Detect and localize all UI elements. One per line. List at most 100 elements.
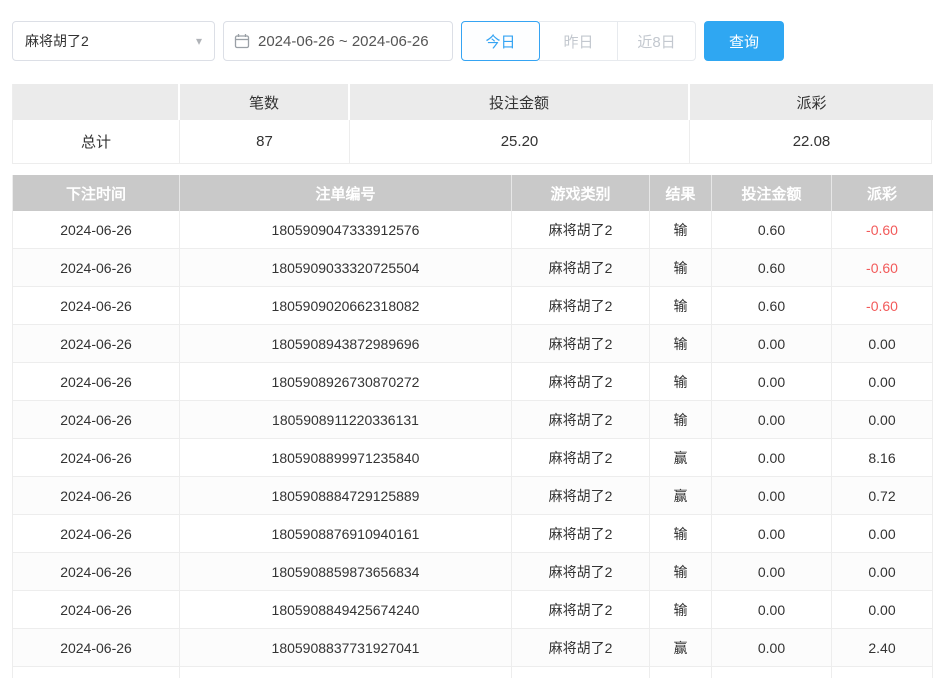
summary-total-bet-amount: 25.20 (350, 120, 690, 163)
result-cell: 输 (650, 325, 712, 363)
game-type-cell: 麻将胡了2 (512, 401, 650, 439)
payout-cell: 0.00 (832, 401, 933, 439)
order-no-cell: 1805908884729125889 (180, 477, 512, 515)
bet-time-cell: 2024-06-26 (13, 477, 180, 515)
quick-date-buttons: 今日昨日近8日 (461, 21, 696, 61)
order-no-cell: 1805908837731927041 (180, 629, 512, 667)
date-range-value: 2024-06-26 ~ 2024-06-26 (258, 33, 429, 50)
result-cell: 输 (650, 249, 712, 287)
summary-header-blank (13, 84, 180, 120)
bet-amount-cell: 0.00 (712, 553, 832, 591)
result-cell: 赢 (650, 629, 712, 667)
date-range-picker[interactable]: 2024-06-26 ~ 2024-06-26 (223, 21, 453, 61)
bet-time-cell: 2024-06-26 (13, 591, 180, 629)
betting-records-page: 麻将胡了2 ▾ 2024-06-26 ~ 2024-06-26 今日昨日近8日 … (0, 0, 944, 678)
bet-time-cell: 2024-06-26 (13, 325, 180, 363)
game-type-cell (512, 667, 650, 678)
bet-time-cell: 2024-06-26 (13, 249, 180, 287)
order-no-cell: 1805909047333912576 (180, 211, 512, 249)
summary-total-payout: 22.08 (690, 120, 933, 163)
table-row: 2024-06-261805908849425674240麻将胡了2输0.000… (13, 591, 932, 629)
quick-date-button-0[interactable]: 今日 (461, 21, 540, 61)
order-no-cell: 1805908849425674240 (180, 591, 512, 629)
bet-time-cell: 2024-06-26 (13, 515, 180, 553)
result-cell: 赢 (650, 477, 712, 515)
summary-header-count: 笔数 (180, 84, 350, 120)
game-type-cell: 麻将胡了2 (512, 249, 650, 287)
table-row: 2024-06-261805908911220336131麻将胡了2输0.000… (13, 401, 932, 439)
summary-header-bet-amount: 投注金额 (350, 84, 690, 120)
filter-bar: 麻将胡了2 ▾ 2024-06-26 ~ 2024-06-26 今日昨日近8日 … (12, 20, 932, 62)
records-table: 下注时间 注单编号 游戏类别 结果 投注金额 派彩 2024-06-261805… (12, 175, 932, 678)
bet-amount-cell: 0.00 (712, 363, 832, 401)
result-cell: 输 (650, 515, 712, 553)
game-type-cell: 麻将胡了2 (512, 591, 650, 629)
bet-amount-cell: 0.00 (712, 515, 832, 553)
bet-time-cell: 2024-06-26 (13, 629, 180, 667)
records-table-header: 下注时间 注单编号 游戏类别 结果 投注金额 派彩 (13, 175, 932, 211)
game-select-value: 麻将胡了2 (25, 31, 89, 51)
result-cell: 赢 (650, 439, 712, 477)
summary-header-payout: 派彩 (690, 84, 933, 120)
bet-amount-cell: 0.60 (712, 287, 832, 325)
payout-cell: -0.60 (832, 249, 933, 287)
table-row: 2024-06-261805909033320725504麻将胡了2输0.60-… (13, 249, 932, 287)
summary-total-row: 总计 87 25.20 22.08 (13, 120, 931, 164)
table-row: 2024-06-261805909020662318082麻将胡了2输0.60-… (13, 287, 932, 325)
summary-total-count: 87 (180, 120, 350, 163)
bet-time-cell: 2024-06-26 (13, 553, 180, 591)
calendar-icon (234, 33, 250, 49)
game-select[interactable]: 麻将胡了2 ▾ (12, 21, 215, 61)
table-row: 2024-06-261805908876910940161麻将胡了2输0.000… (13, 515, 932, 553)
bet-amount-cell: 0.00 (712, 591, 832, 629)
table-row: 2024-06-261805908899971235840麻将胡了2赢0.008… (13, 439, 932, 477)
search-button[interactable]: 查询 (704, 21, 784, 61)
result-cell: 输 (650, 553, 712, 591)
header-order-no: 注单编号 (180, 175, 512, 211)
header-game-type: 游戏类别 (512, 175, 650, 211)
game-type-cell: 麻将胡了2 (512, 287, 650, 325)
game-type-cell: 麻将胡了2 (512, 211, 650, 249)
order-no-cell: 1805909033320725504 (180, 249, 512, 287)
result-cell: 输 (650, 287, 712, 325)
bet-time-cell: 2024-06-26 (13, 401, 180, 439)
table-row-partial (13, 667, 932, 678)
order-no-cell: 1805908859873656834 (180, 553, 512, 591)
game-type-cell: 麻将胡了2 (512, 363, 650, 401)
payout-cell: 8.16 (832, 439, 933, 477)
game-type-cell: 麻将胡了2 (512, 553, 650, 591)
summary-total-label: 总计 (13, 120, 180, 163)
payout-cell (832, 667, 933, 678)
payout-cell: -0.60 (832, 287, 933, 325)
result-cell: 输 (650, 211, 712, 249)
bet-amount-cell: 0.60 (712, 211, 832, 249)
order-no-cell: 1805908876910940161 (180, 515, 512, 553)
order-no-cell: 1805909020662318082 (180, 287, 512, 325)
summary-header-row: 笔数 投注金额 派彩 (13, 84, 931, 120)
table-row: 2024-06-261805909047333912576麻将胡了2输0.60-… (13, 211, 932, 249)
header-bet-amount: 投注金额 (712, 175, 832, 211)
payout-cell: -0.60 (832, 211, 933, 249)
quick-date-button-2[interactable]: 近8日 (617, 21, 696, 61)
table-row: 2024-06-261805908926730870272麻将胡了2输0.000… (13, 363, 932, 401)
header-bet-time: 下注时间 (13, 175, 180, 211)
order-no-cell: 1805908899971235840 (180, 439, 512, 477)
bet-amount-cell: 0.60 (712, 249, 832, 287)
payout-cell: 0.00 (832, 553, 933, 591)
bet-time-cell: 2024-06-26 (13, 211, 180, 249)
order-no-cell: 1805908943872989696 (180, 325, 512, 363)
table-row: 2024-06-261805908859873656834麻将胡了2输0.000… (13, 553, 932, 591)
summary-table: 笔数 投注金额 派彩 总计 87 25.20 22.08 (12, 84, 932, 164)
bet-amount-cell: 0.00 (712, 401, 832, 439)
header-payout: 派彩 (832, 175, 933, 211)
order-no-cell: 1805908926730870272 (180, 363, 512, 401)
quick-date-button-1[interactable]: 昨日 (539, 21, 618, 61)
bet-time-cell: 2024-06-26 (13, 439, 180, 477)
header-result: 结果 (650, 175, 712, 211)
records-table-body: 2024-06-261805909047333912576麻将胡了2输0.60-… (13, 211, 932, 678)
payout-cell: 0.00 (832, 591, 933, 629)
table-row: 2024-06-261805908837731927041麻将胡了2赢0.002… (13, 629, 932, 667)
bet-time-cell: 2024-06-26 (13, 363, 180, 401)
payout-cell: 2.40 (832, 629, 933, 667)
game-type-cell: 麻将胡了2 (512, 477, 650, 515)
